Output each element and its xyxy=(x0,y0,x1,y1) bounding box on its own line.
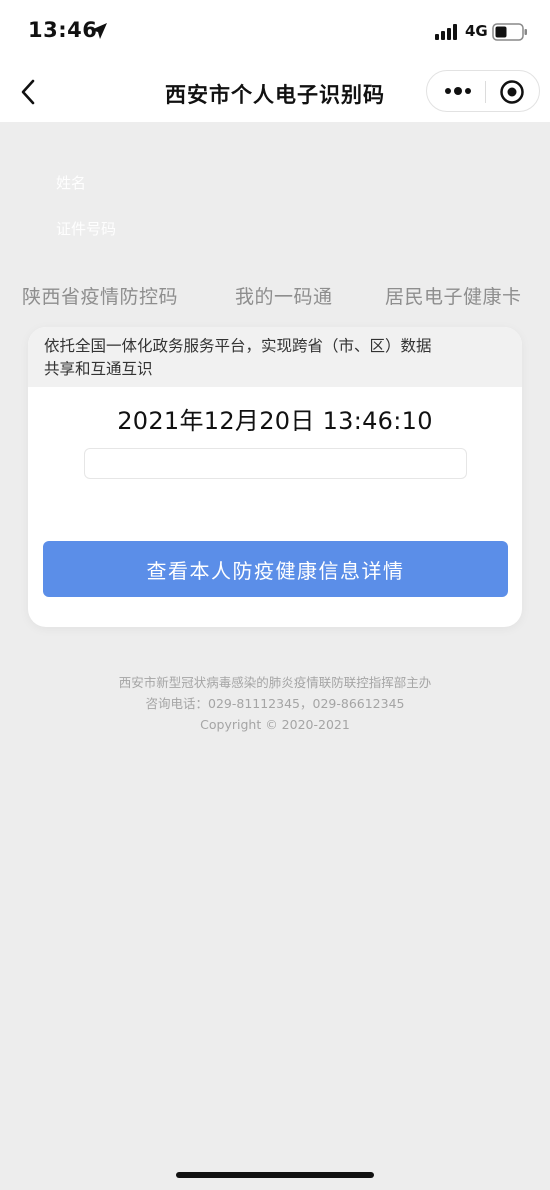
miniprogram-capsule xyxy=(426,70,540,112)
more-dots-icon[interactable] xyxy=(441,80,475,102)
name-label: 姓名 xyxy=(56,174,87,192)
code-card: 依托全国一体化政务服务平台，实现跨省（市、区）数据 共享和互通互识 2021年1… xyxy=(28,327,522,627)
tab-health-card[interactable]: 居民电子健康卡 xyxy=(385,282,522,309)
notice-line-1: 依托全国一体化政务服务平台，实现跨省（市、区）数据 xyxy=(44,337,432,355)
status-time: 13:46 xyxy=(28,18,98,42)
tab-shaanxi-code[interactable]: 陕西省疫情防控码 xyxy=(22,282,178,309)
notice-line-2: 共享和互通互识 xyxy=(44,360,153,378)
close-miniprogram-icon[interactable] xyxy=(499,79,525,105)
current-datetime: 2021年12月20日 13:46:10 xyxy=(117,407,433,435)
view-health-details-button[interactable]: 查看本人防疫健康信息详情 xyxy=(43,541,508,597)
tab-one-code-pass[interactable]: 我的一码通 xyxy=(235,282,333,309)
code-placeholder-box xyxy=(84,448,467,479)
identity-area: 姓名 证件号码 xyxy=(0,122,550,262)
id-number-label: 证件号码 xyxy=(56,220,117,238)
signal-bars-icon xyxy=(435,24,457,40)
code-tabs: 陕西省疫情防控码 我的一码通 居民电子健康卡 xyxy=(0,282,550,314)
footer-phone: 咨询电话：029-81112345，029-86612345 xyxy=(145,696,405,711)
footer-copyright: Copyright © 2020-2021 xyxy=(200,717,350,732)
footer: 西安市新型冠状病毒感染的肺炎疫情联防联控指挥部主办 咨询电话：029-81112… xyxy=(0,672,550,735)
screen: 13:46 4G 西安市个人电子识别码 姓名 证件号码 陕西省疫情防控码 我的一… xyxy=(0,0,550,1190)
status-bar: 13:46 4G xyxy=(0,0,550,62)
notice-banner: 依托全国一体化政务服务平台，实现跨省（市、区）数据 共享和互通互识 xyxy=(28,327,522,387)
home-indicator[interactable] xyxy=(176,1172,374,1178)
nav-bar: 西安市个人电子识别码 xyxy=(0,62,550,122)
location-arrow-icon xyxy=(91,23,107,39)
battery-icon xyxy=(492,23,527,41)
footer-organizer: 西安市新型冠状病毒感染的肺炎疫情联防联控指挥部主办 xyxy=(118,675,432,690)
capsule-divider xyxy=(485,81,486,103)
network-type: 4G xyxy=(465,22,488,40)
